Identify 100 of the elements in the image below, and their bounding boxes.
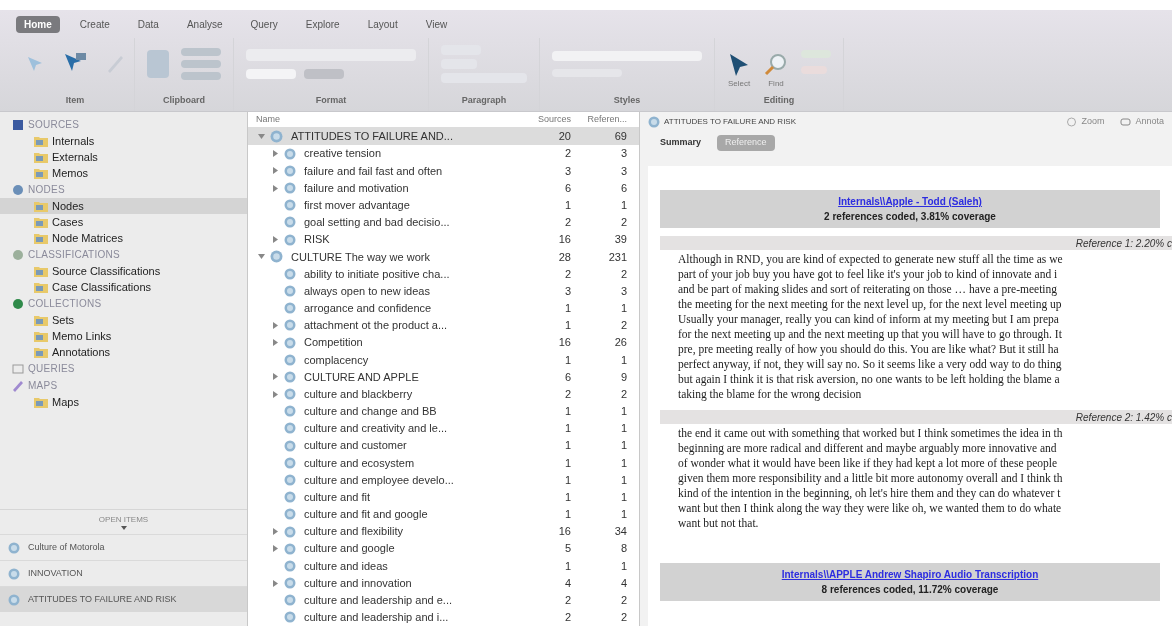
references-count: 1 bbox=[619, 455, 627, 471]
references-count: 231 bbox=[607, 249, 627, 265]
node-row[interactable]: culture and leadership and e... 2 2 bbox=[248, 591, 639, 609]
references-count: 1 bbox=[619, 438, 627, 454]
references-count: 1 bbox=[619, 507, 627, 523]
caret-icon[interactable] bbox=[120, 526, 127, 530]
node-row[interactable]: CULTURE AND APPLE 6 9 bbox=[248, 368, 639, 386]
sidebar-item[interactable]: Annotations bbox=[0, 344, 247, 360]
node-row[interactable]: culture and customer 1 1 bbox=[248, 437, 639, 455]
open-item[interactable]: Culture of Motorola bbox=[0, 534, 247, 560]
expanded-arrow-icon[interactable] bbox=[257, 133, 265, 141]
node-name: culture and change and BB bbox=[304, 404, 437, 420]
sidebar-item[interactable]: Internals bbox=[0, 133, 247, 149]
node-name: culture and fit and google bbox=[304, 507, 428, 523]
collapsed-arrow-icon[interactable] bbox=[271, 339, 279, 347]
node-row[interactable]: culture and ideas 1 1 bbox=[248, 557, 639, 575]
ribbon-tab[interactable]: Layout bbox=[359, 15, 406, 33]
node-row[interactable]: always open to new ideas 3 3 bbox=[248, 282, 639, 300]
source-link[interactable]: Internals\\Apple - Todd (Saleh) bbox=[838, 194, 982, 209]
column-header[interactable]: Referen... bbox=[571, 112, 627, 127]
collapsed-arrow-icon[interactable] bbox=[271, 236, 279, 244]
node-row[interactable]: culture and employee develo... 1 1 bbox=[248, 471, 639, 489]
collapsed-arrow-icon[interactable] bbox=[271, 184, 279, 192]
query-icon bbox=[12, 362, 24, 375]
node-row[interactable]: culture and creativity and le... 1 1 bbox=[248, 419, 639, 438]
sidebar-item[interactable]: Nodes bbox=[0, 198, 247, 214]
node-icon bbox=[284, 542, 296, 555]
collapsed-arrow-icon[interactable] bbox=[271, 390, 279, 398]
ribbon-tab[interactable]: View bbox=[417, 15, 456, 33]
collapsed-arrow-icon[interactable] bbox=[271, 321, 279, 329]
ribbon-tab[interactable]: Explore bbox=[297, 15, 348, 33]
folder-icon bbox=[34, 151, 48, 163]
size-field[interactable] bbox=[246, 69, 296, 79]
paste-button[interactable] bbox=[147, 50, 169, 78]
node-row[interactable]: complacency 1 1 bbox=[248, 351, 639, 369]
node-icon bbox=[284, 491, 296, 504]
node-icon bbox=[284, 302, 296, 315]
node-icon bbox=[284, 611, 296, 624]
ribbon-tab[interactable]: Analyse bbox=[178, 15, 231, 33]
collapsed-arrow-icon[interactable] bbox=[271, 528, 279, 535]
node-icon bbox=[284, 285, 296, 298]
node-name: ATTITUDES TO FAILURE AND... bbox=[291, 129, 453, 145]
node-icon bbox=[284, 267, 296, 280]
collapsed-arrow-icon[interactable] bbox=[271, 150, 279, 158]
node-row[interactable]: failure and fail fast and often 3 3 bbox=[248, 162, 639, 180]
sources-count: 2 bbox=[563, 592, 571, 608]
node-row[interactable]: failure and motivation 6 6 bbox=[248, 179, 639, 197]
node-row[interactable]: Competition 16 26 bbox=[248, 334, 639, 352]
node-row[interactable]: culture and ecosystem 1 1 bbox=[248, 454, 639, 472]
node-row[interactable]: culture and google 5 8 bbox=[248, 540, 639, 558]
references-count: 3 bbox=[619, 146, 627, 162]
font-color-button[interactable] bbox=[304, 69, 344, 79]
ribbon-tab[interactable]: Query bbox=[242, 15, 286, 33]
node-row[interactable]: attachment ot the product a... 1 2 bbox=[248, 316, 639, 335]
ribbon-tab[interactable]: Data bbox=[129, 15, 167, 33]
sidebar-item[interactable]: Externals bbox=[0, 149, 247, 165]
copy-button[interactable] bbox=[181, 60, 221, 68]
node-row[interactable]: arrogance and confidence 1 1 bbox=[248, 299, 639, 317]
sidebar-item[interactable]: Cases bbox=[0, 214, 247, 230]
sidebar-item[interactable]: Case Classifications bbox=[0, 279, 247, 295]
collapsed-arrow-icon[interactable] bbox=[271, 545, 279, 553]
group-label: Styles bbox=[613, 94, 641, 107]
expanded-arrow-icon[interactable] bbox=[257, 253, 265, 261]
node-name: culture and employee develo... bbox=[304, 472, 454, 488]
sidebar-item[interactable]: Source Classifications bbox=[0, 263, 247, 279]
node-row[interactable]: culture and innovation 4 4 bbox=[248, 574, 639, 592]
column-header[interactable]: Sources bbox=[521, 112, 571, 127]
node-row[interactable]: first mover advantage 1 1 bbox=[248, 196, 639, 214]
format-painter-button[interactable] bbox=[181, 72, 221, 80]
node-row[interactable]: culture and fit and google 1 1 bbox=[248, 505, 639, 523]
node-row[interactable]: culture and fit 1 1 bbox=[248, 488, 639, 506]
node-name: complacency bbox=[304, 352, 369, 368]
ribbon-tab[interactable]: Create bbox=[71, 15, 118, 33]
cut-button[interactable] bbox=[181, 48, 221, 56]
ribbon-tab[interactable]: Home bbox=[16, 15, 60, 33]
node-row[interactable]: goal setting and bad decisio... 2 2 bbox=[248, 213, 639, 231]
sidebar-item[interactable]: Memos bbox=[0, 165, 247, 181]
node-row[interactable]: culture and leadership and i... 2 2 bbox=[248, 608, 639, 626]
node-row[interactable]: CULTURE The way we work 28 231 bbox=[248, 248, 639, 266]
collapsed-arrow-icon[interactable] bbox=[271, 167, 279, 175]
open-item[interactable]: ATTITUDES TO FAILURE AND RISK bbox=[0, 586, 247, 612]
sidebar-item[interactable]: Sets bbox=[0, 312, 247, 328]
source-link[interactable]: Internals\\APPLE Andrew Shapiro Audio Transcription bbox=[781, 567, 1039, 582]
node-row[interactable]: culture and blackberry 2 2 bbox=[248, 385, 639, 403]
node-row[interactable]: ability to initiate positive cha... 2 2 bbox=[248, 265, 639, 283]
detail-tab[interactable]: Summary bbox=[652, 135, 710, 151]
node-row[interactable]: RISK 16 39 bbox=[248, 231, 639, 249]
node-row[interactable]: creative tension 2 3 bbox=[248, 145, 639, 163]
folder-icon bbox=[34, 265, 48, 277]
node-name: culture and creativity and le... bbox=[304, 421, 448, 437]
sidebar-item[interactable]: Node Matrices bbox=[0, 230, 247, 246]
sidebar-item[interactable]: Memo Links bbox=[0, 328, 247, 344]
node-row[interactable]: culture and flexibility 16 34 bbox=[248, 522, 639, 541]
column-header[interactable]: Name bbox=[248, 112, 521, 127]
collapsed-arrow-icon[interactable] bbox=[271, 373, 279, 381]
node-name: culture and ideas bbox=[304, 558, 388, 574]
sidebar-item[interactable]: Maps bbox=[0, 394, 247, 410]
sources-count: 1 bbox=[563, 472, 571, 488]
node-row[interactable]: culture and change and BB 1 1 bbox=[248, 402, 639, 420]
collapsed-arrow-icon[interactable] bbox=[271, 579, 279, 587]
